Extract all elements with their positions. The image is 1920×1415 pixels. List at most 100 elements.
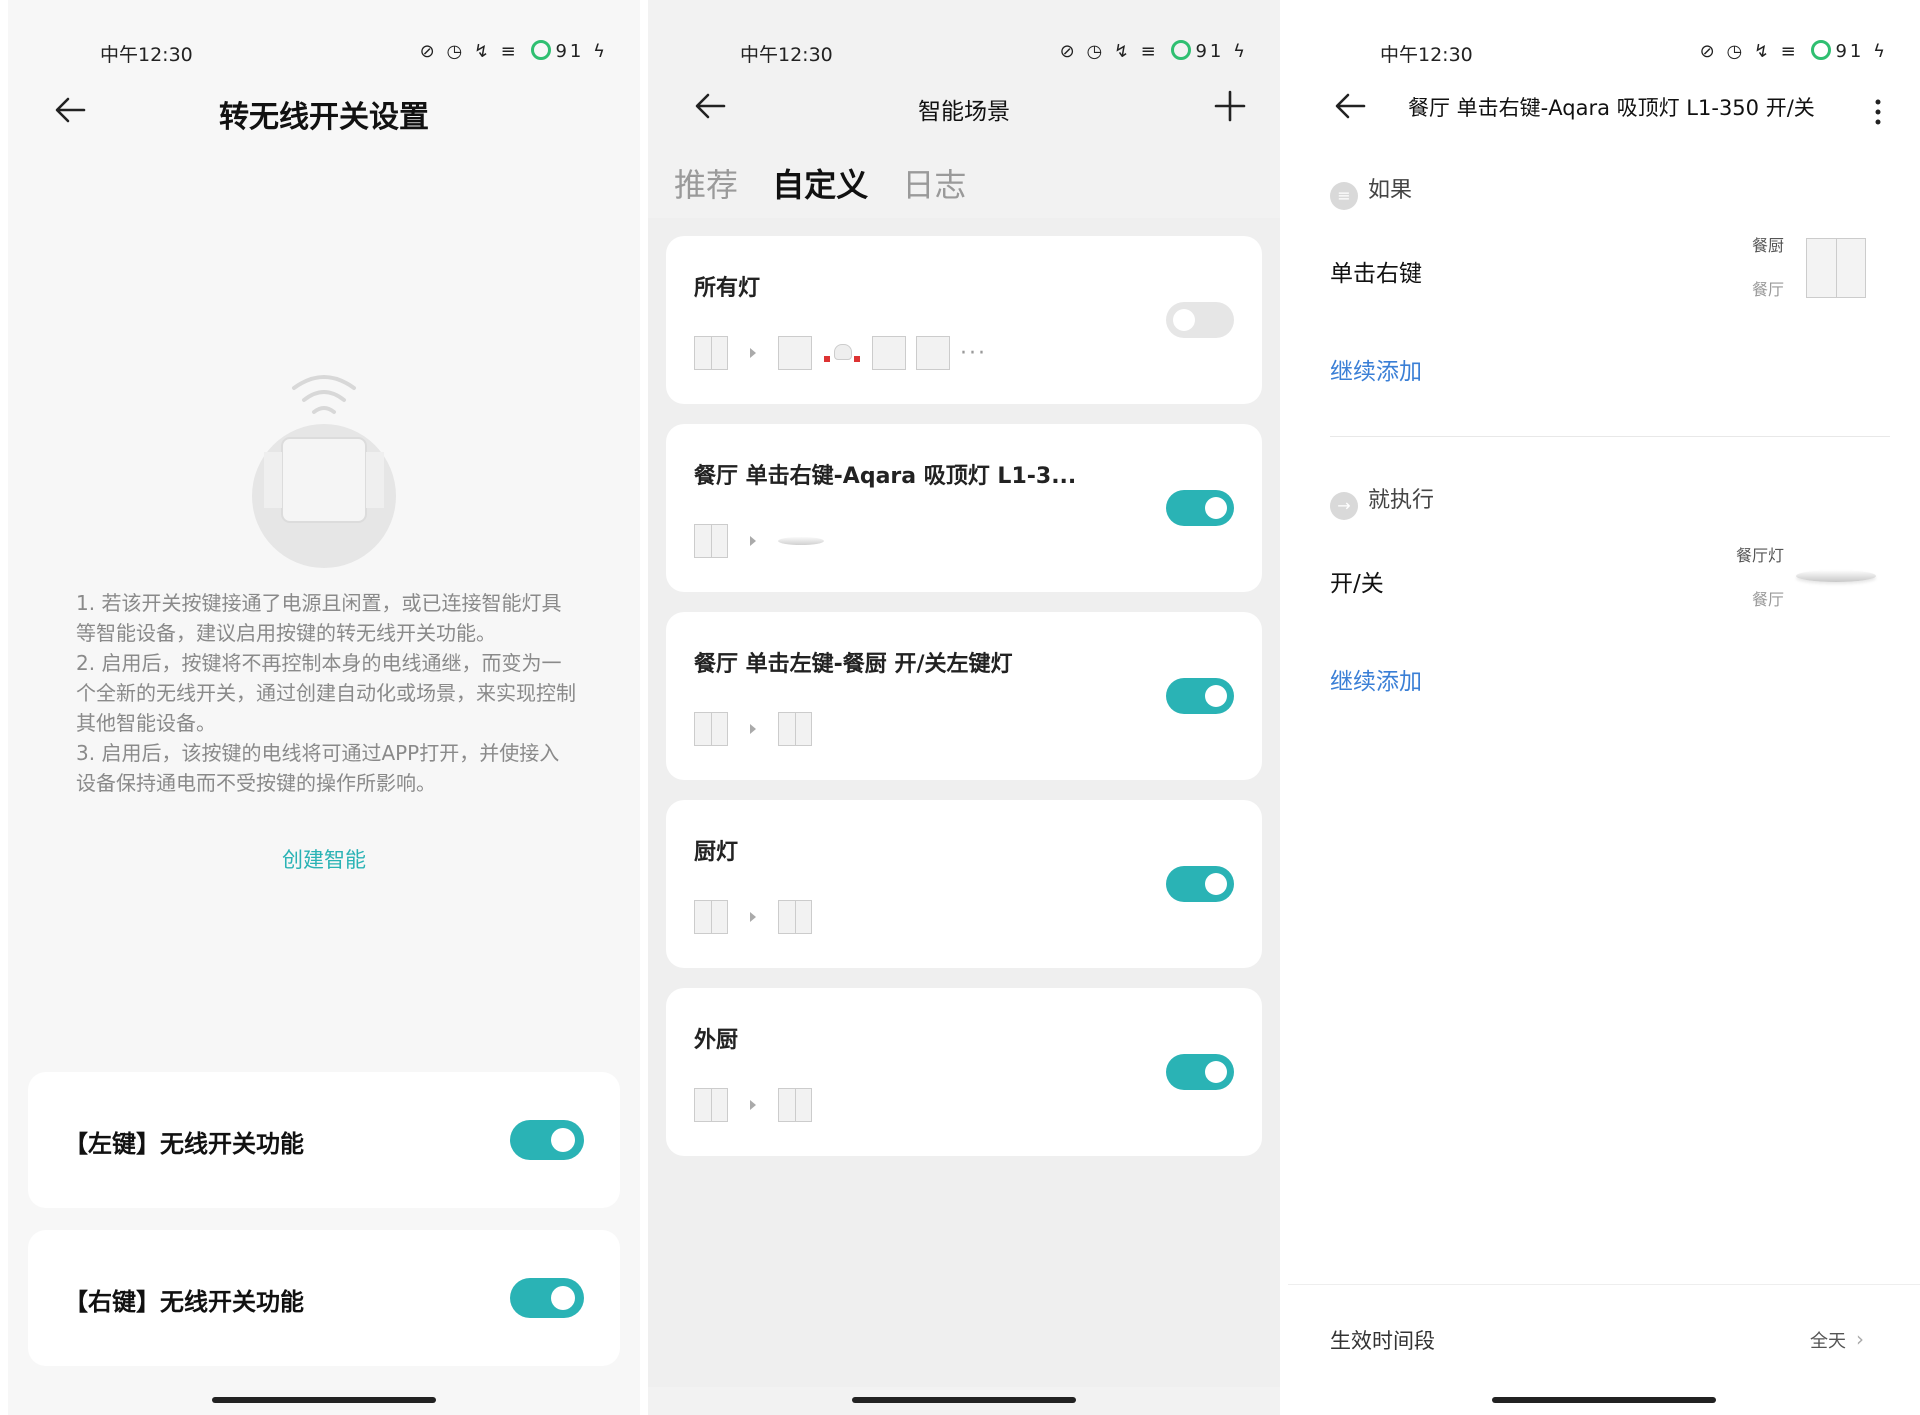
status-bar: 中午12:30 ⊘ ◷ ↯ ≡ 91 ϟ <box>648 36 1280 68</box>
scene-toggle[interactable] <box>1166 678 1234 714</box>
right-key-toggle[interactable] <box>510 1278 584 1318</box>
tab-recommended[interactable]: 推荐 <box>674 160 738 206</box>
instruction-3: 3. 启用后，该按键的电线将可通过APP打开，并使接入设备保持通电而不受按键的操… <box>76 741 560 795</box>
if-section-header: ≡ 如果 <box>1330 172 1412 210</box>
home-indicator[interactable] <box>212 1397 436 1403</box>
action-label[interactable]: 开/关 <box>1330 564 1384 598</box>
left-key-toggle[interactable] <box>510 1120 584 1160</box>
scene-name: 厨灯 <box>694 840 739 865</box>
list-icon: ≡ <box>1330 182 1358 210</box>
tab-log[interactable]: 日志 <box>902 160 966 206</box>
scene-card[interactable]: 所有灯 ··· <box>666 236 1262 404</box>
scene-name: 外厨 <box>694 1028 739 1053</box>
action-room: 餐厅 <box>1751 590 1784 609</box>
battery-level: 91 <box>1835 41 1865 62</box>
effective-period-row[interactable]: 生效时间段 全天 › <box>1288 1284 1920 1389</box>
home-indicator[interactable] <box>852 1397 1076 1403</box>
wireless-switch-illustration <box>244 368 404 568</box>
scene-toggle[interactable] <box>1166 490 1234 526</box>
instructions-text: 1. 若该开关按键接通了电源且闲置，或已连接智能灯具等智能设备，建议启用按键的转… <box>76 588 576 798</box>
ceiling-lamp-icon <box>1796 570 1876 582</box>
arrow-right-circle-icon: → <box>1330 492 1358 520</box>
add-scene-icon[interactable] <box>1210 86 1250 126</box>
add-condition-link[interactable]: 继续添加 <box>1330 352 1422 386</box>
toggle-knob <box>1205 1061 1227 1083</box>
scene-name: 餐厅 单击左键-餐厨 开/关左键灯 <box>694 652 1013 677</box>
action-device: 餐厅灯 <box>1735 546 1784 565</box>
then-label: 就执行 <box>1368 488 1435 513</box>
single-switch-icon <box>872 336 906 370</box>
toggle-knob <box>551 1286 575 1310</box>
add-action-link[interactable]: 继续添加 <box>1330 662 1422 696</box>
double-switch-icon <box>778 900 812 934</box>
single-switch-icon <box>778 336 812 370</box>
double-switch-icon <box>778 1088 812 1122</box>
right-key-label: 【右键】无线开关功能 <box>64 1288 304 1316</box>
trigger-device: 餐厨 <box>1751 236 1784 255</box>
more-devices-icon: ··· <box>960 340 987 366</box>
left-key-wireless-card: 【左键】无线开关功能 <box>28 1072 620 1208</box>
arrow-right-icon <box>750 724 756 734</box>
double-switch-icon <box>778 712 812 746</box>
status-icons: ⊘ ◷ ↯ ≡ 91 ϟ <box>1699 40 1888 62</box>
scene-devices <box>694 524 834 564</box>
back-arrow-icon[interactable] <box>1328 84 1372 128</box>
scene-devices <box>694 712 822 752</box>
scene-toggle[interactable] <box>1166 302 1234 338</box>
page-title: 餐厅 单击右键-Aqara 吸顶灯 L1-350 开/关 <box>1408 96 1815 120</box>
double-switch-icon <box>1806 238 1866 298</box>
arrow-right-icon <box>750 912 756 922</box>
scene-card[interactable]: 厨灯 <box>666 800 1262 968</box>
battery-ring-icon <box>1811 40 1832 60</box>
status-time: 中午12:30 <box>740 44 833 66</box>
trigger-label[interactable]: 单击右键 <box>1330 254 1422 288</box>
create-smart-link[interactable]: 创建智能 <box>8 844 640 874</box>
page-title: 智能场景 <box>918 99 1010 125</box>
scene-toggle[interactable] <box>1166 1054 1234 1090</box>
scene-toggle[interactable] <box>1166 866 1234 902</box>
chevron-right-icon: › <box>1856 1327 1864 1351</box>
double-switch-icon <box>694 1088 728 1122</box>
double-switch-icon <box>694 712 728 746</box>
home-indicator[interactable] <box>1492 1397 1716 1403</box>
tab-custom[interactable]: 自定义 <box>772 160 868 206</box>
scene-devices <box>694 900 822 940</box>
scene-card[interactable]: 外厨 <box>666 988 1262 1156</box>
battery-level: 91 <box>1195 41 1225 62</box>
more-options-icon[interactable] <box>1866 92 1890 132</box>
trigger-device-info: 餐厨 餐厅 <box>1752 224 1784 312</box>
toggle-knob <box>1205 497 1227 519</box>
instruction-2: 2. 启用后，按键将不再控制本身的电线通继，而变为一个全新的无线开关，通过创建自… <box>76 651 576 735</box>
battery-ring-icon <box>531 40 552 60</box>
status-bar: 中午12:30 ⊘ ◷ ↯ ≡ 91 ϟ <box>8 36 640 68</box>
section-divider <box>1330 436 1890 437</box>
page-title: 转无线开关设置 <box>219 100 429 135</box>
left-key-label: 【左键】无线开关功能 <box>64 1130 304 1158</box>
scene-list: 所有灯 ··· 餐厅 单击右键-Aqara 吸顶灯 L1-3... 餐厅 单击左… <box>648 218 1280 1387</box>
spotlight-icon <box>822 342 862 364</box>
status-bar: 中午12:30 ⊘ ◷ ↯ ≡ 91 ϟ <box>1288 36 1920 68</box>
toggle-knob <box>1205 873 1227 895</box>
scene-card[interactable]: 餐厅 单击左键-餐厨 开/关左键灯 <box>666 612 1262 780</box>
arrow-right-icon <box>750 1100 756 1110</box>
battery-level: 91 <box>555 41 585 62</box>
effective-period-label: 生效时间段 <box>1330 1329 1435 1353</box>
scene-tabs: 推荐 自定义 日志 <box>674 160 990 210</box>
scene-devices: ··· <box>694 336 987 376</box>
status-time: 中午12:30 <box>100 44 193 66</box>
effective-period-value: 全天 <box>1810 1331 1846 1352</box>
scene-devices <box>694 1088 822 1128</box>
toggle-knob <box>1173 309 1195 331</box>
double-switch-icon <box>694 900 728 934</box>
right-key-wireless-card: 【右键】无线开关功能 <box>28 1230 620 1366</box>
ceiling-lamp-icon <box>778 537 824 545</box>
action-device-info: 餐厅灯 餐厅 <box>1736 534 1784 622</box>
status-icons: ⊘ ◷ ↯ ≡ 91 ϟ <box>419 40 608 62</box>
status-icons: ⊘ ◷ ↯ ≡ 91 ϟ <box>1059 40 1248 62</box>
double-switch-icon <box>694 336 728 370</box>
if-label: 如果 <box>1368 178 1413 203</box>
then-section-header: → 就执行 <box>1330 482 1434 520</box>
single-switch-icon <box>916 336 950 370</box>
scene-card[interactable]: 餐厅 单击右键-Aqara 吸顶灯 L1-3... <box>666 424 1262 592</box>
battery-ring-icon <box>1171 40 1192 60</box>
